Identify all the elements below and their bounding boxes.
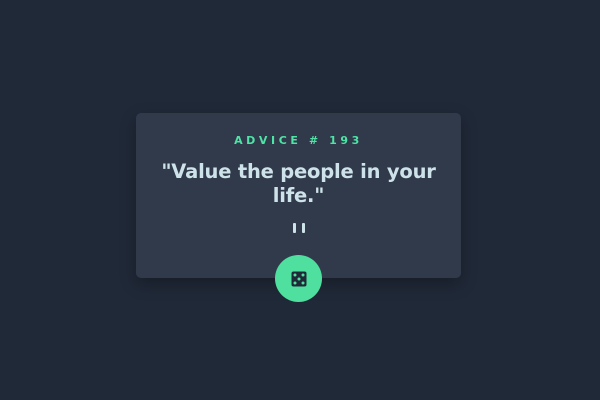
divider-bar-left [292,223,296,233]
advice-card: ADVICE # 193 "Value the people in your l… [136,113,461,278]
pause-divider-icon [292,223,305,233]
advice-id: ADVICE # 193 [234,134,363,147]
page: ADVICE # 193 "Value the people in your l… [0,0,600,400]
advice-quote: "Value the people in your life." [161,160,436,207]
dice-icon [291,271,306,286]
divider-bar-right [301,223,305,233]
new-advice-button[interactable] [275,255,322,302]
